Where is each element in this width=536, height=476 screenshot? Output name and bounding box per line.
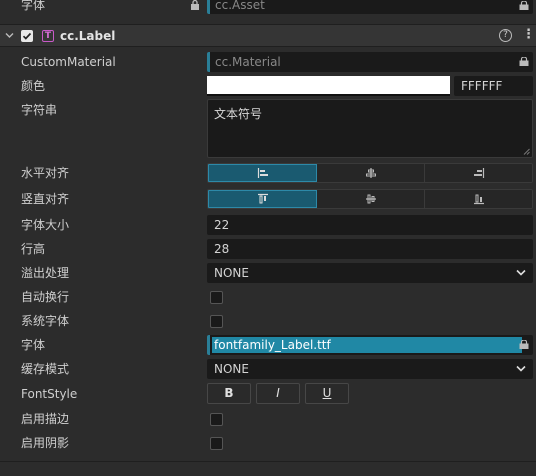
line-height-label: 行高 bbox=[21, 242, 46, 256]
string-textarea[interactable]: 文本符号 bbox=[207, 99, 533, 158]
h-align-right-button[interactable] bbox=[425, 164, 532, 182]
color-hex-value: FFFFFF bbox=[461, 79, 503, 93]
v-align-middle-button[interactable] bbox=[317, 190, 425, 208]
align-bottom-icon bbox=[473, 194, 484, 205]
overflow-select[interactable]: NONE bbox=[207, 263, 533, 283]
lock-icon bbox=[191, 0, 199, 10]
custom-material-label: CustomMaterial bbox=[21, 55, 116, 69]
font-asset-field[interactable]: cc.Asset bbox=[207, 0, 533, 14]
wrap-label: 自动换行 bbox=[21, 290, 70, 304]
line-height-input[interactable]: 28 bbox=[207, 239, 533, 259]
string-value: 文本符号 bbox=[214, 107, 263, 121]
custom-material-field[interactable]: cc.Material bbox=[207, 52, 533, 72]
lock-icon bbox=[519, 57, 529, 66]
font-size-label: 字体大小 bbox=[21, 218, 70, 232]
label-component-icon: T bbox=[42, 30, 54, 42]
top-row-label: 字体 bbox=[21, 0, 46, 12]
font-value: fontfamily_Label.ttf bbox=[214, 338, 331, 352]
cache-mode-value: NONE bbox=[214, 362, 249, 376]
custom-material-value: cc.Material bbox=[215, 55, 281, 69]
overflow-value: NONE bbox=[214, 266, 249, 280]
outline-label: 启用描边 bbox=[21, 412, 70, 426]
wrap-checkbox[interactable] bbox=[210, 291, 223, 304]
shadow-label: 启用阴影 bbox=[21, 436, 70, 450]
help-icon[interactable]: ? bbox=[499, 29, 512, 42]
component-title: cc.Label bbox=[60, 29, 116, 43]
line-height-value: 28 bbox=[214, 242, 230, 256]
h-align-segmented bbox=[207, 163, 533, 183]
color-swatch[interactable] bbox=[207, 76, 450, 96]
system-font-checkbox[interactable] bbox=[210, 315, 223, 328]
align-middle-icon bbox=[365, 194, 376, 204]
align-center-icon bbox=[365, 168, 376, 178]
system-font-label: 系统字体 bbox=[21, 314, 70, 328]
component-enabled-checkbox[interactable] bbox=[21, 30, 33, 42]
italic-button[interactable]: I bbox=[256, 383, 300, 404]
font-label: 字体 bbox=[21, 338, 46, 352]
h-align-center-button[interactable] bbox=[317, 164, 425, 182]
more-options-icon[interactable]: ⋮ bbox=[522, 27, 535, 42]
lock-icon bbox=[519, 1, 529, 10]
resize-handle-icon[interactable] bbox=[523, 148, 530, 155]
top-row: 字体 cc.Asset bbox=[0, 0, 536, 17]
h-align-left-button[interactable] bbox=[208, 164, 317, 182]
font-size-value: 22 bbox=[214, 218, 230, 232]
font-asset-value: cc.Asset bbox=[215, 0, 265, 12]
align-left-icon bbox=[257, 168, 268, 178]
font-field[interactable]: fontfamily_Label.ttf bbox=[207, 335, 533, 355]
outline-checkbox[interactable] bbox=[210, 413, 223, 426]
color-hex-input[interactable]: FFFFFF bbox=[454, 76, 533, 96]
v-align-top-button[interactable] bbox=[208, 190, 317, 208]
cache-mode-label: 缓存模式 bbox=[21, 362, 70, 376]
chevron-down-icon[interactable] bbox=[5, 32, 14, 39]
font-value-highlight: fontfamily_Label.ttf bbox=[212, 337, 522, 353]
string-label: 字符串 bbox=[21, 103, 58, 117]
align-top-icon bbox=[257, 193, 268, 204]
component-header[interactable]: T cc.Label ? ⋮ bbox=[0, 24, 536, 47]
checkmark-icon bbox=[22, 32, 32, 40]
bold-button[interactable]: B bbox=[207, 383, 251, 404]
v-align-segmented bbox=[207, 189, 533, 209]
color-label: 颜色 bbox=[21, 79, 46, 93]
v-align-label: 竖直对齐 bbox=[21, 192, 70, 206]
chevron-down-icon bbox=[516, 269, 526, 276]
overflow-label: 溢出处理 bbox=[21, 266, 70, 280]
align-right-icon bbox=[473, 168, 484, 178]
cache-mode-select[interactable]: NONE bbox=[207, 359, 533, 379]
chevron-down-icon bbox=[516, 365, 526, 372]
shadow-checkbox[interactable] bbox=[210, 437, 223, 450]
lock-icon bbox=[519, 340, 529, 349]
v-align-bottom-button[interactable] bbox=[425, 190, 532, 208]
font-size-input[interactable]: 22 bbox=[207, 215, 533, 235]
h-align-label: 水平对齐 bbox=[21, 166, 70, 180]
font-style-label: FontStyle bbox=[21, 387, 78, 401]
underline-button[interactable]: U bbox=[305, 383, 349, 404]
section-divider bbox=[0, 461, 536, 462]
